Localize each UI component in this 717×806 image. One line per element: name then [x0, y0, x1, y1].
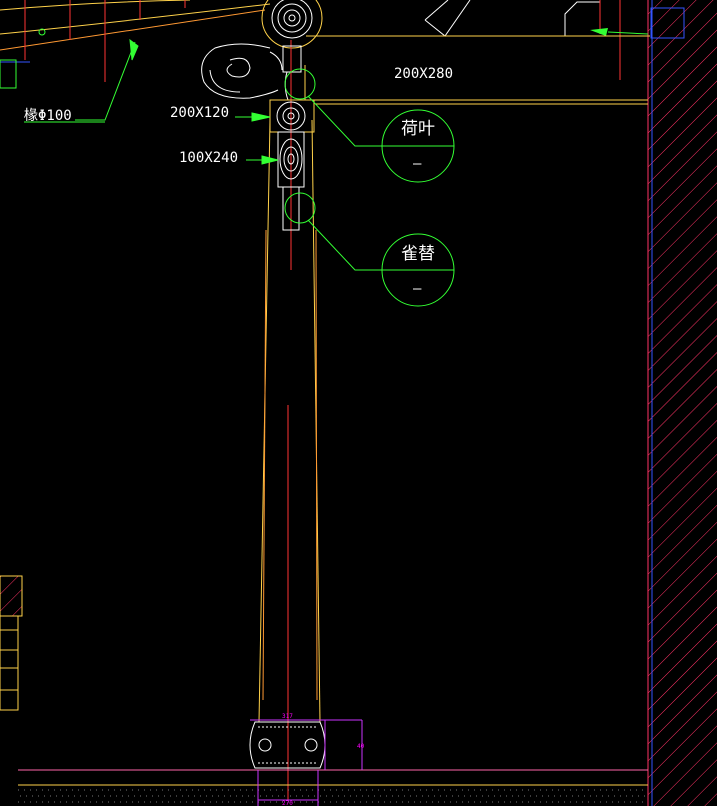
base-dim-bottom: 270: [282, 800, 293, 806]
label-leaders: [235, 112, 279, 165]
base-dim-side: 40: [357, 743, 365, 750]
roof-eaves: [0, 0, 271, 121]
tie-200x120-label: 200X120: [170, 105, 229, 121]
roof-ridge-detail: [424, 0, 650, 80]
cloud-ornament: [201, 43, 283, 99]
timber-sections: [269, 45, 315, 231]
callout-bracket-sub: –: [413, 281, 422, 297]
beam-200x280-label: 200X280: [394, 66, 453, 82]
column-base: [249, 719, 363, 806]
beams: [304, 35, 648, 105]
floor-lines: [18, 769, 648, 803]
callout-bracket-name: 雀替: [401, 244, 435, 264]
ridge-purlin: [261, 0, 323, 49]
base-dim-top: 317: [282, 713, 293, 720]
wall-section-left: [0, 575, 23, 711]
cad-drawing: 椽Φ100 200X280 200X120 100X240 荷叶 – 雀替 – …: [0, 0, 717, 806]
callout-lotus-leaf-name: 荷叶: [401, 119, 435, 139]
wall-section-right: [647, 0, 717, 806]
callout-lotus-leaf-sub: –: [413, 156, 422, 172]
purlin-100x240-label: 100X240: [179, 150, 238, 166]
